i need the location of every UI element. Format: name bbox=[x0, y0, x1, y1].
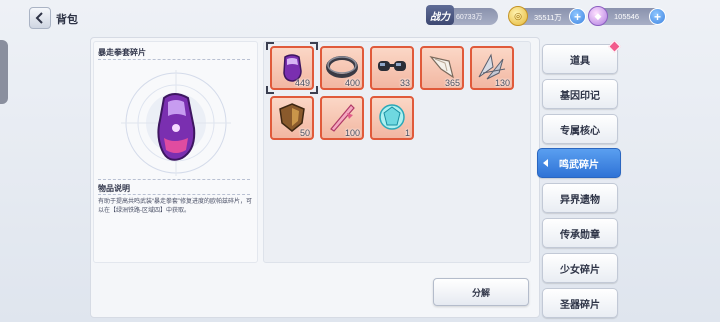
item-count: 1 bbox=[404, 128, 410, 138]
item-slot[interactable]: 33 bbox=[370, 46, 414, 90]
tab-items[interactable]: 道具 bbox=[542, 40, 621, 74]
divider bbox=[98, 194, 250, 195]
notification-badge bbox=[608, 40, 621, 53]
gem-icon: ◆ bbox=[588, 6, 608, 26]
tab-label: 异界遗物 bbox=[560, 194, 600, 206]
coin-icon: ◎ bbox=[508, 6, 528, 26]
item-count: 33 bbox=[399, 78, 410, 88]
item-slot[interactable]: 50 bbox=[270, 96, 314, 140]
item-detail-panel: 暴走拳套碎片 物品说明 有助于提高共鸣武装“暴走拳套”修复进度的欧帕兹碎片，可以… bbox=[93, 41, 258, 263]
purple-gauntlet-artwork bbox=[121, 70, 231, 176]
item-slot[interactable]: 1 bbox=[370, 96, 414, 140]
item-name: 暴走拳套碎片 bbox=[98, 48, 146, 57]
edge-handle[interactable] bbox=[0, 40, 8, 104]
divider bbox=[98, 59, 250, 60]
tab-label: 专属核心 bbox=[560, 125, 600, 137]
item-count: 400 bbox=[344, 78, 360, 88]
chevron-left-icon bbox=[35, 12, 43, 24]
add-coins-button[interactable]: + bbox=[569, 8, 586, 25]
active-indicator-icon bbox=[543, 159, 548, 167]
combat-power-value: 60733万 bbox=[456, 14, 483, 21]
tab-girl-fragments[interactable]: 少女碎片 bbox=[542, 253, 618, 283]
item-count: 130 bbox=[494, 78, 510, 88]
tab-heritage-medals[interactable]: 传承勋章 bbox=[542, 218, 618, 248]
tab-weapon-fragments[interactable]: 鸣武碎片 bbox=[537, 148, 621, 178]
coin-value: 35511万 bbox=[534, 13, 562, 22]
tab-label: 圣器碎片 bbox=[560, 299, 600, 311]
coin-counter: ◎ 35511万 + bbox=[508, 6, 586, 26]
page-title: 背包 bbox=[56, 14, 78, 26]
item-slot[interactable]: 130 bbox=[470, 46, 514, 90]
back-button[interactable] bbox=[29, 7, 51, 29]
item-count: 365 bbox=[444, 78, 460, 88]
tab-label: 鸣武碎片 bbox=[559, 159, 599, 171]
item-slot[interactable]: 100 bbox=[320, 96, 364, 140]
add-gems-button[interactable]: + bbox=[649, 8, 666, 25]
gem-counter: ◆ 105546 + bbox=[588, 6, 666, 26]
tab-exclusive-core[interactable]: 专属核心 bbox=[542, 114, 618, 144]
description-heading: 物品说明 bbox=[98, 184, 130, 193]
divider bbox=[98, 179, 250, 180]
item-description: 有助于提高共鸣武装“暴走拳套”修复进度的欧帕兹碎片，可以在【绿洲铁路-区域四】中… bbox=[98, 199, 252, 214]
tab-gene-imprint[interactable]: 基因印记 bbox=[542, 79, 618, 109]
item-count: 50 bbox=[299, 128, 310, 138]
selection-frame bbox=[266, 42, 318, 94]
tab-label: 少女碎片 bbox=[560, 264, 600, 276]
item-count: 100 bbox=[344, 128, 360, 138]
item-slot[interactable]: 400 bbox=[320, 46, 364, 90]
item-slot[interactable]: 365 bbox=[420, 46, 464, 90]
combat-power-label: 战力 bbox=[426, 5, 454, 25]
tab-holy-relic-fragments[interactable]: 圣器碎片 bbox=[542, 288, 618, 318]
combat-power-display: 战力 60733万 bbox=[426, 5, 498, 25]
tab-label: 道具 bbox=[570, 55, 590, 67]
tab-label: 基因印记 bbox=[560, 90, 600, 102]
gem-value: 105546 bbox=[614, 12, 640, 21]
cyan-crystal-icon bbox=[379, 104, 405, 130]
tab-label: 传承勋章 bbox=[560, 229, 600, 241]
decompose-button[interactable]: 分解 bbox=[433, 278, 529, 306]
tab-otherworld-relics[interactable]: 异界遗物 bbox=[542, 183, 618, 213]
